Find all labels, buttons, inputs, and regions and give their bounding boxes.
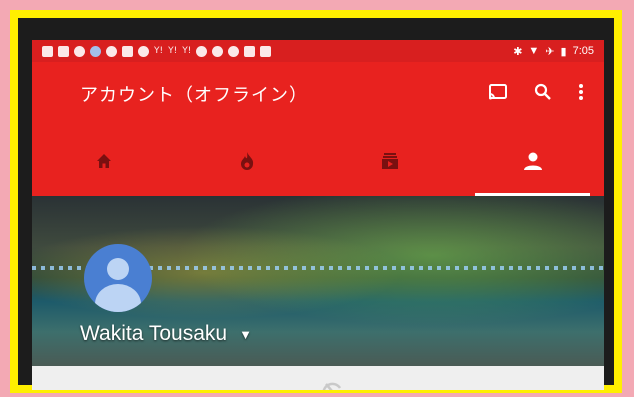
- page-title: アカウント（オフライン）: [80, 85, 308, 106]
- more-vert-icon[interactable]: [578, 83, 584, 105]
- record-icon: [138, 45, 149, 57]
- tab-subscriptions[interactable]: [318, 126, 461, 196]
- record-icon: [212, 45, 224, 57]
- facebook-icon: [42, 45, 53, 57]
- square-icon: [122, 45, 133, 57]
- avatar[interactable]: [84, 244, 152, 312]
- chevron-down-icon: ▼: [239, 326, 252, 342]
- home-icon: [96, 154, 111, 168]
- wifi-icon: ▼: [528, 45, 540, 57]
- bluetooth-icon: ✱: [513, 45, 523, 58]
- yahoo-icon: Y!: [154, 45, 164, 56]
- app-bar: アカウント（オフライン）: [32, 62, 604, 126]
- person-icon: [523, 152, 542, 170]
- tab-bar: [32, 126, 604, 196]
- status-time: 7:05: [572, 45, 594, 57]
- avatar-head: [107, 258, 129, 280]
- tab-home[interactable]: [32, 126, 175, 196]
- notification-icons: Y! Y! Y!: [42, 45, 272, 57]
- system-icons: ✱ ▼ ✈ ▮ 7:05: [513, 45, 594, 58]
- record-icon: [74, 45, 85, 57]
- tab-account[interactable]: [461, 126, 604, 196]
- subscriptions-icon: [381, 153, 398, 169]
- app-bar-actions: [488, 83, 584, 105]
- avatar-torso: [95, 284, 141, 312]
- square-icon: [260, 45, 272, 57]
- yahoo-icon: Y!: [168, 45, 178, 56]
- note-icon: [244, 45, 256, 57]
- info-icon: [90, 45, 101, 57]
- record-icon: [228, 45, 240, 57]
- battery-icon: ▮: [560, 45, 567, 58]
- search-icon[interactable]: [534, 83, 552, 105]
- facebook-icon: [58, 45, 69, 57]
- account-content: [32, 366, 604, 390]
- record-icon: [196, 45, 208, 57]
- phone-screen: Y! Y! Y! ✱ ▼ ✈ ▮ 7:05 アカウント（オフライン） Wakit…: [32, 40, 604, 390]
- record-icon: [106, 45, 117, 57]
- channel-banner: Wakita Tousaku ▼: [32, 196, 604, 366]
- flame-icon: [240, 152, 253, 170]
- status-bar: Y! Y! Y! ✱ ▼ ✈ ▮ 7:05: [32, 40, 604, 62]
- sync-off-icon: [320, 380, 344, 390]
- airplane-icon: ✈: [545, 45, 555, 58]
- username: Wakita Tousaku: [80, 322, 228, 345]
- yahoo-icon: Y!: [182, 45, 192, 56]
- account-switcher[interactable]: Wakita Tousaku ▼: [80, 322, 252, 346]
- tab-trending[interactable]: [175, 126, 318, 196]
- cast-icon[interactable]: [488, 83, 508, 105]
